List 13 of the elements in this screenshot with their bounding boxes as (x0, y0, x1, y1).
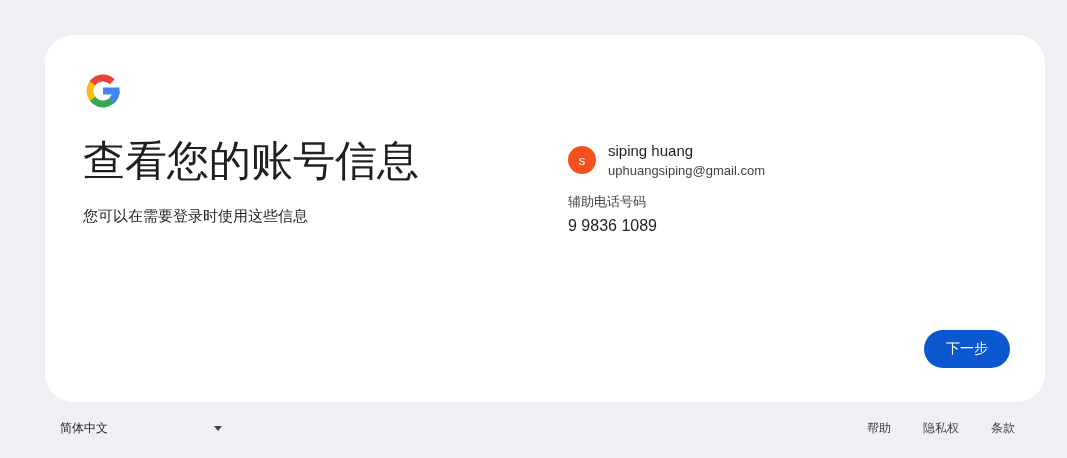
footer-link[interactable]: 条款 (991, 420, 1015, 437)
footer-link[interactable]: 隐私权 (923, 420, 959, 437)
account-email: uphuangsiping@gmail.com (608, 163, 765, 178)
page-title: 查看您的账号信息 (83, 136, 420, 186)
phone-label: 辅助电话号码 (568, 194, 647, 211)
subtitle: 您可以在需要登录时使用这些信息 (83, 207, 309, 226)
phone-number: 9 9836 1089 (568, 217, 658, 235)
caret-icon (214, 426, 222, 431)
next-button[interactable]: 下一步 (924, 330, 1010, 368)
footer-link[interactable]: 帮助 (867, 420, 891, 437)
avatar: s (568, 146, 596, 174)
language-dropdown[interactable]: 简体中文 (60, 420, 222, 437)
account-name: siping huang (608, 142, 695, 159)
